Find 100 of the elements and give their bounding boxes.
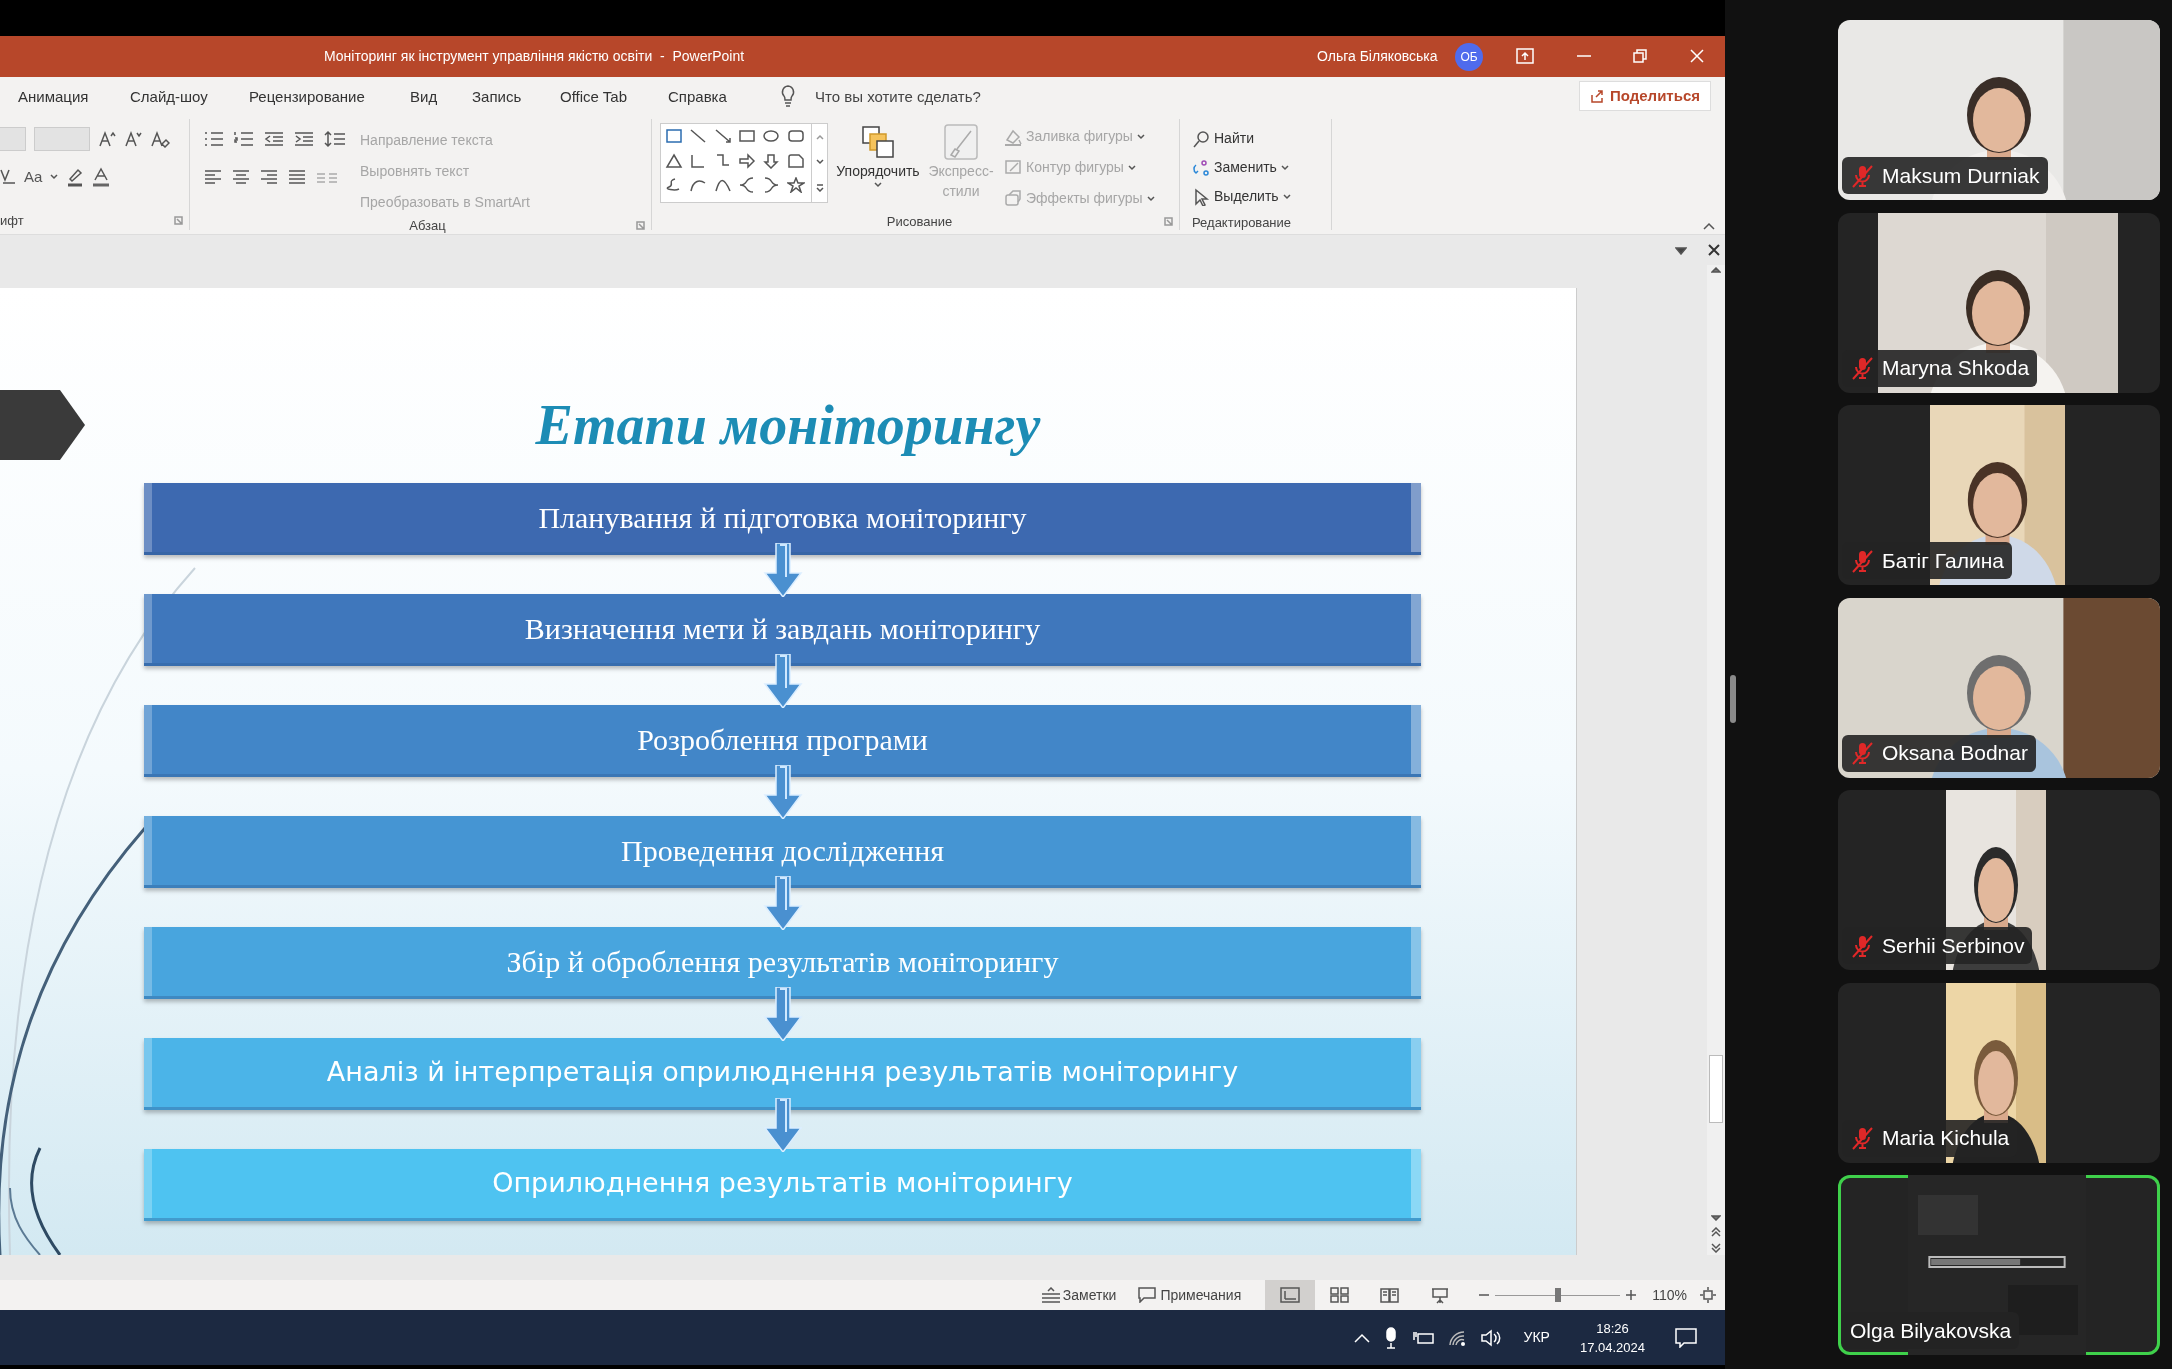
ribbon-command[interactable]: Выделить [1192,183,1331,210]
ribbon-tab[interactable]: Рецензирование [249,86,365,109]
share-icon [1590,89,1604,103]
command-label: Выделить [1214,187,1279,206]
video-tile[interactable]: Maksum Durniak [1838,20,2160,200]
step-label: Оприлюднення результатів моніторингу [492,1166,1073,1201]
comments-button[interactable]: Примечания [1138,1284,1242,1306]
clock-date[interactable]: 17.04.2024 [1579,1337,1645,1357]
dialog-launcher-icon[interactable] [636,221,645,231]
clear-formatting-icon[interactable] [150,130,170,148]
align-left-icon[interactable] [204,169,222,185]
fit-slide-icon[interactable] [1699,1286,1717,1304]
video-tile[interactable]: Olga Bilyakovska [1838,1175,2160,1355]
command-label: Контур фигуры [1026,158,1124,177]
scroll-up-icon[interactable] [815,133,824,140]
shape-icon [762,177,781,194]
share-button[interactable]: Поделиться [1579,81,1712,111]
battery-icon[interactable] [1411,1329,1434,1346]
zoom-in-button[interactable] [1626,1290,1637,1300]
minus-icon [1479,1294,1490,1296]
justify-icon[interactable] [288,169,306,185]
align-right-icon[interactable] [260,169,278,185]
ribbon-tab[interactable]: Office Tab [560,86,627,109]
highlight-icon[interactable] [66,167,85,187]
wifi-icon[interactable] [1447,1329,1466,1346]
shape-icon [738,128,756,144]
video-tile[interactable]: Maria Kichula [1838,982,2160,1163]
ribbon-command[interactable]: Заменить [1192,154,1331,181]
bullet-list-icon[interactable] [204,131,224,147]
align-center-icon[interactable] [232,169,250,185]
step-label: Планування й підготовка моніторингу [538,500,1027,536]
line-spacing-icon[interactable] [324,130,346,148]
restore-icon[interactable] [1633,49,1647,63]
participant-name: Батіг Галина [1882,547,2004,574]
outline-icon [1004,158,1022,177]
tell-me-field[interactable]: Что вы хотите сделать? [815,86,981,109]
video-tile[interactable]: Maryna Shkoda [1838,212,2160,393]
view-button[interactable] [1265,1280,1316,1310]
zoom-slider-thumb[interactable] [1554,1288,1561,1302]
collapse-ribbon-icon[interactable] [1703,222,1715,230]
shape-icon [689,128,708,144]
muted-microphone-icon [1850,933,1874,958]
command-label: Заливка фигуры [1026,127,1133,146]
decrease-indent-icon[interactable] [264,131,284,147]
next-slide-icon[interactable] [1711,1243,1721,1253]
ribbon-command[interactable]: Найти [1192,125,1331,152]
more-icon[interactable] [815,184,824,193]
change-case-button[interactable]: Aa [24,165,43,189]
language-indicator[interactable]: УКР [1523,1327,1550,1348]
speaker-icon[interactable] [1479,1328,1502,1347]
grow-font-icon[interactable] [98,130,116,148]
video-tile[interactable]: Serhii Serbinov [1838,790,2160,970]
brush-icon [943,123,979,161]
user-avatar[interactable]: ОБ [1455,42,1483,71]
font-color-icon[interactable] [92,167,111,187]
notes-button[interactable]: Заметки [1040,1284,1117,1306]
zoom-level[interactable]: 110% [1652,1284,1687,1306]
notification-icon[interactable] [1675,1327,1697,1348]
video-tile[interactable]: Oksana Bodnar [1838,597,2160,778]
previous-slide-icon[interactable] [1711,1227,1721,1237]
numbered-list-icon[interactable] [234,131,254,147]
close-icon[interactable] [1690,49,1704,63]
caret-icon [1280,164,1289,171]
normal-view-icon [1279,1286,1302,1304]
increase-indent-icon[interactable] [294,131,314,147]
pane-menu-icon[interactable] [1675,247,1687,255]
ribbon-tab[interactable]: Справка [668,86,727,109]
shape-icon [786,128,805,144]
scroll-down-icon[interactable] [1711,1215,1721,1221]
arrange-button[interactable]: Упорядочить [838,123,918,188]
clock-time[interactable]: 18:26 [1596,1318,1629,1338]
participant-name: Maryna Shkoda [1882,355,2030,382]
scroll-up-icon[interactable] [1711,267,1721,273]
ribbon-tab[interactable]: Слайд-шоу [130,86,208,109]
shrink-font-icon[interactable] [124,130,142,148]
scrollbar-thumb[interactable] [1709,1055,1723,1123]
character-spacing-icon[interactable] [0,168,16,186]
ribbon-display-icon[interactable] [1516,48,1534,64]
dialog-launcher-icon[interactable] [1164,217,1173,227]
step-label: Аналіз й інтерпретація оприлюднення результатів моніторингу [326,1055,1239,1090]
scroll-down-icon[interactable] [815,159,824,165]
ribbon-tab[interactable]: Анимация [18,86,89,109]
participant-name: Oksana Bodnar [1882,740,2028,767]
close-pane-icon[interactable] [1707,243,1721,257]
microphone-icon[interactable] [1383,1326,1398,1349]
pointer-icon [1192,187,1210,206]
muted-microphone-icon [1850,1126,1874,1150]
chevron-up-icon[interactable] [1353,1332,1370,1343]
muted-microphone-icon [1850,548,1874,573]
ribbon-tab[interactable]: Запись [472,86,522,109]
ribbon-tab[interactable]: Вид [410,86,438,109]
video-tile[interactable]: Батіг Галина [1838,405,2160,585]
step-label: Проведення дослідження [621,833,944,869]
down-arrow-icon [763,987,803,1041]
caret-icon [1146,195,1155,202]
plus-icon [1626,1290,1637,1300]
effects-icon [1004,189,1022,208]
group-label: ифт [0,211,24,230]
dialog-launcher-icon[interactable] [174,215,183,225]
shapes-gallery[interactable] [660,123,828,203]
